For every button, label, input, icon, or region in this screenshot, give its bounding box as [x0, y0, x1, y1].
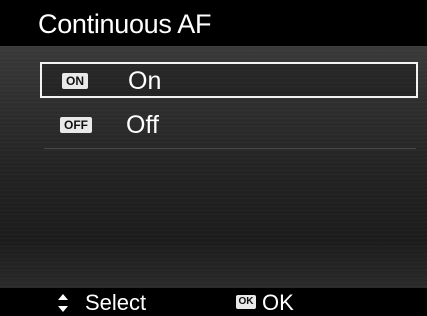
option-divider [44, 148, 416, 149]
on-badge-icon: ON [62, 73, 88, 89]
ok-hint-label: OK [262, 290, 294, 315]
options-list: ON On OFF Off [0, 46, 427, 288]
option-off[interactable]: OFF Off [40, 108, 418, 144]
footer-bar: Select OK OK [0, 288, 427, 316]
option-on[interactable]: ON On [40, 62, 418, 98]
camera-menu-screen: Continuous AF ON On OFF Off Select OK OK [0, 0, 427, 316]
ok-button-icon: OK [236, 295, 256, 309]
select-hint-label: Select [85, 290, 147, 315]
option-label-on: On [128, 67, 162, 95]
off-badge-icon: OFF [60, 117, 92, 133]
up-down-arrows-icon [58, 294, 68, 312]
menu-header: Continuous AF [0, 0, 427, 46]
option-label-off: Off [126, 111, 159, 139]
page-title: Continuous AF [38, 9, 212, 39]
